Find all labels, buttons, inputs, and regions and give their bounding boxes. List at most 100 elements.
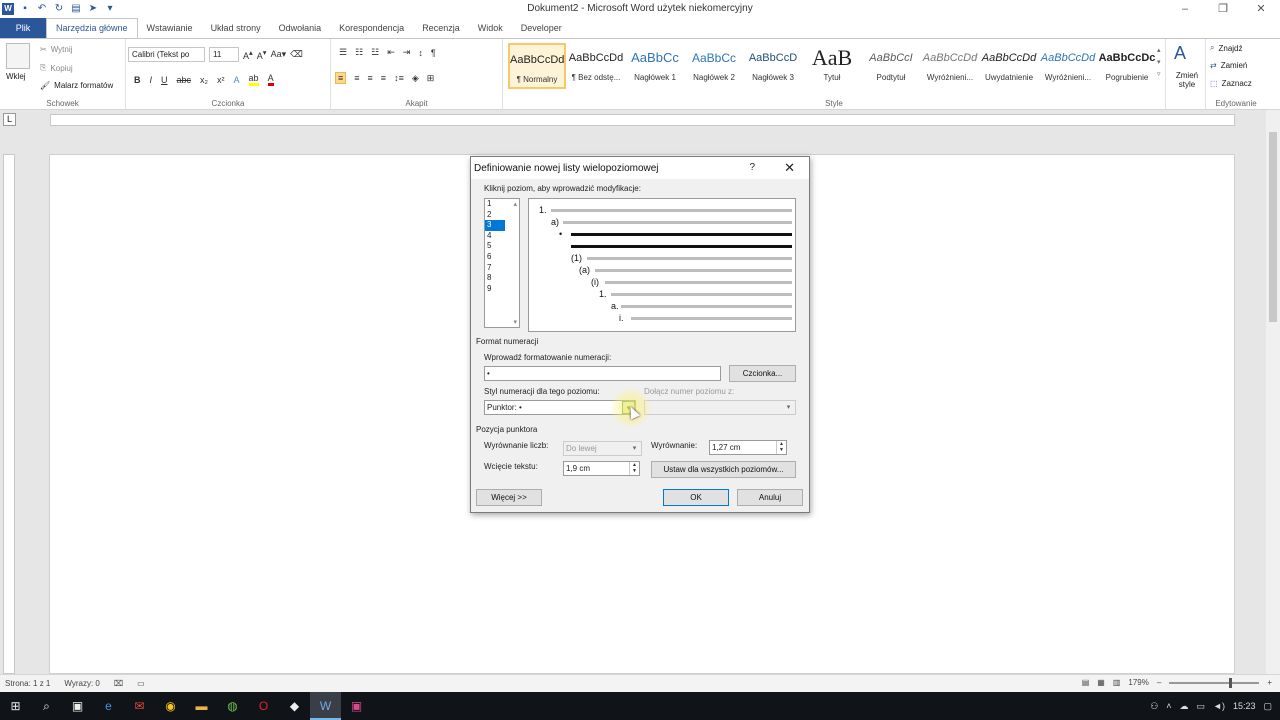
edge-icon[interactable]: e	[93, 692, 124, 720]
number-format-input[interactable]: •	[484, 366, 721, 381]
numbering-icon[interactable]: ☷	[355, 47, 363, 58]
aligned-at-spinner-icon[interactable]: ▲ ▼	[776, 441, 786, 454]
word-count[interactable]: Wyrazy: 0	[64, 679, 100, 688]
style-strong[interactable]: AaBbCcDc Pogrubienie	[1098, 43, 1156, 89]
app-icon[interactable]: ◍	[217, 692, 248, 720]
zoom-in-icon[interactable]: +	[1267, 678, 1272, 687]
set-all-levels-button[interactable]: Ustaw dla wszystkich poziomów...	[651, 461, 796, 478]
close-icon[interactable]: ✕	[1242, 0, 1280, 18]
level-item[interactable]: 2	[485, 210, 505, 221]
word-taskbar-icon[interactable]: W	[310, 692, 341, 720]
scroll-up-icon[interactable]: ▴	[513, 200, 517, 208]
tab-home[interactable]: Narzędzia główne	[46, 18, 138, 38]
people-icon[interactable]: ⚇	[1150, 701, 1158, 712]
scrollbar-thumb[interactable]	[1269, 132, 1277, 322]
web-layout-icon[interactable]: ▥	[1113, 678, 1121, 687]
strikethrough-icon[interactable]: abc	[177, 75, 192, 85]
shrink-font-icon[interactable]: A▾	[257, 48, 267, 61]
text-effects-icon[interactable]: A	[234, 75, 240, 85]
mail-icon[interactable]: ✉	[124, 692, 155, 720]
style-no-spacing[interactable]: AaBbCcDd ¶ Bez odstę...	[567, 43, 625, 89]
text-indent-input[interactable]: 1,9 cm ▲ ▼	[563, 461, 640, 476]
level-item[interactable]: 1	[485, 199, 505, 210]
change-styles-icon[interactable]: A	[1174, 43, 1186, 64]
paste-button[interactable]: Wklej	[6, 72, 26, 81]
find-icon[interactable]: ⌕	[1210, 43, 1214, 53]
style-heading-3[interactable]: AaBbCcD Nagłówek 3	[744, 43, 802, 89]
subscript-icon[interactable]: x₂	[200, 75, 208, 85]
align-center-icon[interactable]: ≡	[354, 73, 359, 83]
number-alignment-dropdown-icon[interactable]: ▾	[628, 442, 641, 455]
level-item[interactable]: 4	[485, 231, 505, 242]
change-styles-button[interactable]: Zmień style	[1169, 71, 1205, 89]
replace-icon[interactable]: ⇄	[1210, 61, 1217, 70]
number-style-combo[interactable]: Punktor: • ▾	[484, 400, 636, 415]
copy-icon[interactable]: ⎘	[40, 63, 46, 73]
horizontal-ruler[interactable]	[50, 114, 1235, 126]
select-icon[interactable]: ⬚	[1210, 79, 1218, 88]
zoom-slider[interactable]	[1169, 677, 1260, 688]
font-size-combo[interactable]: 11	[209, 47, 239, 62]
decrease-indent-icon[interactable]: ⇤	[387, 47, 395, 58]
scroll-down-icon[interactable]: ▾	[513, 318, 517, 326]
replace-button[interactable]: Zamień	[1221, 61, 1248, 70]
style-subtitle[interactable]: AaBbCcI Podtytuł	[862, 43, 920, 89]
macro-record-icon[interactable]: ▭	[137, 679, 145, 688]
zoom-out-icon[interactable]: –	[1157, 678, 1161, 687]
format-painter-button[interactable]: Malarz formatów	[54, 81, 113, 90]
more-button[interactable]: Więcej >>	[476, 489, 542, 506]
volume-icon[interactable]: ◄)	[1213, 701, 1225, 711]
justify-icon[interactable]: ≡	[381, 73, 386, 83]
tab-review[interactable]: Recenzja	[413, 18, 469, 38]
styles-scroll-icon[interactable]: ▴ ▾ ▿	[1157, 45, 1161, 81]
tab-insert[interactable]: Wstawianie	[138, 18, 202, 38]
app-icon[interactable]: ◆	[279, 692, 310, 720]
include-level-dropdown-icon[interactable]: ▾	[782, 401, 795, 414]
onedrive-icon[interactable]: ☁	[1180, 701, 1189, 712]
font-color-icon[interactable]: A	[267, 73, 274, 86]
clock[interactable]: 15:23	[1233, 701, 1256, 711]
copy-button[interactable]: Kopiuj	[50, 64, 72, 73]
line-spacing-icon[interactable]: ↕≡	[394, 73, 404, 83]
tab-layout[interactable]: Układ strony	[202, 18, 270, 38]
tab-selector-icon[interactable]: L	[3, 113, 16, 126]
cut-button[interactable]: Wytnij	[51, 45, 73, 54]
style-intense-emphasis[interactable]: AaBbCcDd Wyróżnieni...	[1039, 43, 1097, 89]
format-painter-icon[interactable]: 🖌	[40, 81, 50, 90]
style-heading-2[interactable]: AaBbCc Nagłówek 2	[685, 43, 743, 89]
cancel-button[interactable]: Anuluj	[737, 489, 803, 506]
dialog-close-icon[interactable]: ✕	[784, 160, 795, 176]
include-level-combo[interactable]: ▾	[644, 400, 796, 415]
style-emphasis[interactable]: AaBbCcDd Uwydatnienie	[980, 43, 1038, 89]
grow-font-icon[interactable]: A▴	[243, 48, 253, 61]
style-title[interactable]: AaB Tytuł	[803, 43, 861, 89]
tab-developer[interactable]: Developer	[512, 18, 571, 38]
level-item[interactable]: 7	[485, 263, 505, 274]
print-layout-icon[interactable]: ▦	[1097, 678, 1105, 687]
level-list[interactable]: 1 2 3 4 5 6 7 8 9 ▴ ▾	[484, 198, 520, 328]
help-icon[interactable]: ?	[749, 162, 755, 173]
vertical-scrollbar[interactable]	[1266, 110, 1280, 674]
style-heading-1[interactable]: AaBbCc Nagłówek 1	[626, 43, 684, 89]
borders-icon[interactable]: ⊞	[427, 73, 435, 84]
font-button[interactable]: Czcionka...	[729, 365, 796, 382]
network-icon[interactable]: ▭	[1197, 701, 1206, 712]
show-marks-icon[interactable]: ¶	[431, 48, 436, 58]
superscript-icon[interactable]: x²	[217, 75, 225, 85]
text-indent-spinner-icon[interactable]: ▲ ▼	[629, 462, 639, 475]
italic-icon[interactable]: I	[150, 75, 153, 85]
zoom-level[interactable]: 179%	[1128, 678, 1148, 687]
file-explorer-icon[interactable]: ▬	[186, 692, 217, 720]
multilevel-list-icon[interactable]: ☳	[371, 47, 379, 58]
cut-icon[interactable]: ✂	[40, 45, 47, 54]
restore-icon[interactable]: ❐	[1204, 0, 1242, 18]
minimize-icon[interactable]: –	[1166, 0, 1204, 18]
app-icon[interactable]: ▣	[341, 692, 372, 720]
highlight-icon[interactable]: ab	[248, 73, 259, 86]
start-icon[interactable]: ⊞	[0, 692, 31, 720]
find-button[interactable]: Znajdź	[1218, 44, 1242, 53]
aligned-at-input[interactable]: 1,27 cm ▲ ▼	[709, 440, 787, 455]
level-item[interactable]: 9	[485, 284, 505, 295]
search-icon[interactable]: ⌕	[31, 692, 62, 720]
ok-button[interactable]: OK	[663, 489, 729, 506]
